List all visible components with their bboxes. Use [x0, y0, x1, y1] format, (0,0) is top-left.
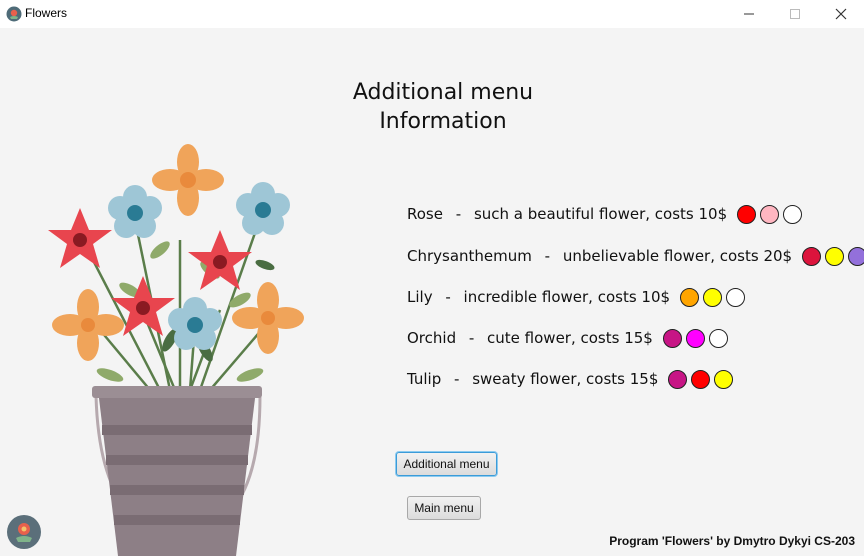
- heading-additional-menu: Additional menu: [352, 80, 534, 105]
- app-logo-icon: [7, 515, 41, 549]
- flower-description: sweaty flower, costs 15$: [472, 370, 659, 388]
- color-swatches: [802, 246, 864, 266]
- flower-row-chrysanthemum: Chrysanthemum - unbelievable flower, cos…: [407, 244, 864, 268]
- color-dot: [662, 328, 682, 348]
- color-dot: [783, 204, 803, 224]
- minimize-button[interactable]: [726, 0, 772, 28]
- app-icon: [6, 6, 22, 22]
- flower-row-orchid: Orchid - cute flower, costs 15$: [407, 326, 732, 350]
- color-dot: [760, 204, 780, 224]
- flower-row-lily: Lily - incredible flower, costs 10$: [407, 285, 749, 309]
- color-dot: [691, 369, 711, 389]
- flower-description: incredible flower, costs 10$: [463, 288, 671, 306]
- color-swatches: [737, 204, 806, 224]
- flower-name: Lily: [407, 288, 433, 306]
- color-dot: [737, 204, 757, 224]
- color-dot: [825, 246, 845, 266]
- flower-description: cute flower, costs 15$: [487, 329, 653, 347]
- color-dot: [726, 287, 746, 307]
- footer-credit: Program 'Flowers' by Dmytro Dykyi CS-203: [609, 534, 855, 548]
- flower-name: Tulip: [407, 370, 442, 388]
- separator: -: [464, 329, 480, 347]
- flower-row-tulip: Tulip - sweaty flower, costs 15$: [407, 367, 737, 391]
- color-dot: [668, 369, 688, 389]
- separator: -: [450, 205, 466, 223]
- flower-name: Rose: [407, 205, 443, 223]
- color-swatches: [662, 328, 732, 348]
- maximize-button[interactable]: [772, 0, 818, 28]
- window-title: Flowers: [25, 6, 68, 20]
- separator: -: [449, 370, 465, 388]
- main-menu-button[interactable]: Main menu: [407, 496, 481, 520]
- close-icon: [835, 8, 847, 20]
- flower-description: unbelievable flower, costs 20$: [562, 247, 793, 265]
- flower-row-rose: Rose - such a beautiful flower, costs 10…: [407, 202, 806, 226]
- flower-name: Orchid: [407, 329, 457, 347]
- separator: -: [440, 288, 456, 306]
- close-button[interactable]: [818, 0, 864, 28]
- color-dot: [708, 328, 728, 348]
- color-dot: [848, 246, 864, 266]
- maximize-icon: [790, 9, 800, 19]
- flower-name: Chrysanthemum: [407, 247, 532, 265]
- color-dot: [802, 246, 822, 266]
- minimize-icon: [744, 13, 754, 15]
- color-dot: [703, 287, 723, 307]
- title-bar: Flowers: [0, 0, 864, 28]
- color-dot: [714, 369, 734, 389]
- color-swatches: [680, 287, 749, 307]
- flower-bucket-illustration: [48, 144, 304, 556]
- heading-information: Information: [379, 109, 507, 134]
- color-swatches: [668, 369, 737, 389]
- flower-description: such a beautiful flower, costs 10$: [473, 205, 728, 223]
- color-dot: [680, 287, 700, 307]
- color-dot: [685, 328, 705, 348]
- separator: -: [539, 247, 555, 265]
- additional-menu-button[interactable]: Additional menu: [396, 452, 497, 476]
